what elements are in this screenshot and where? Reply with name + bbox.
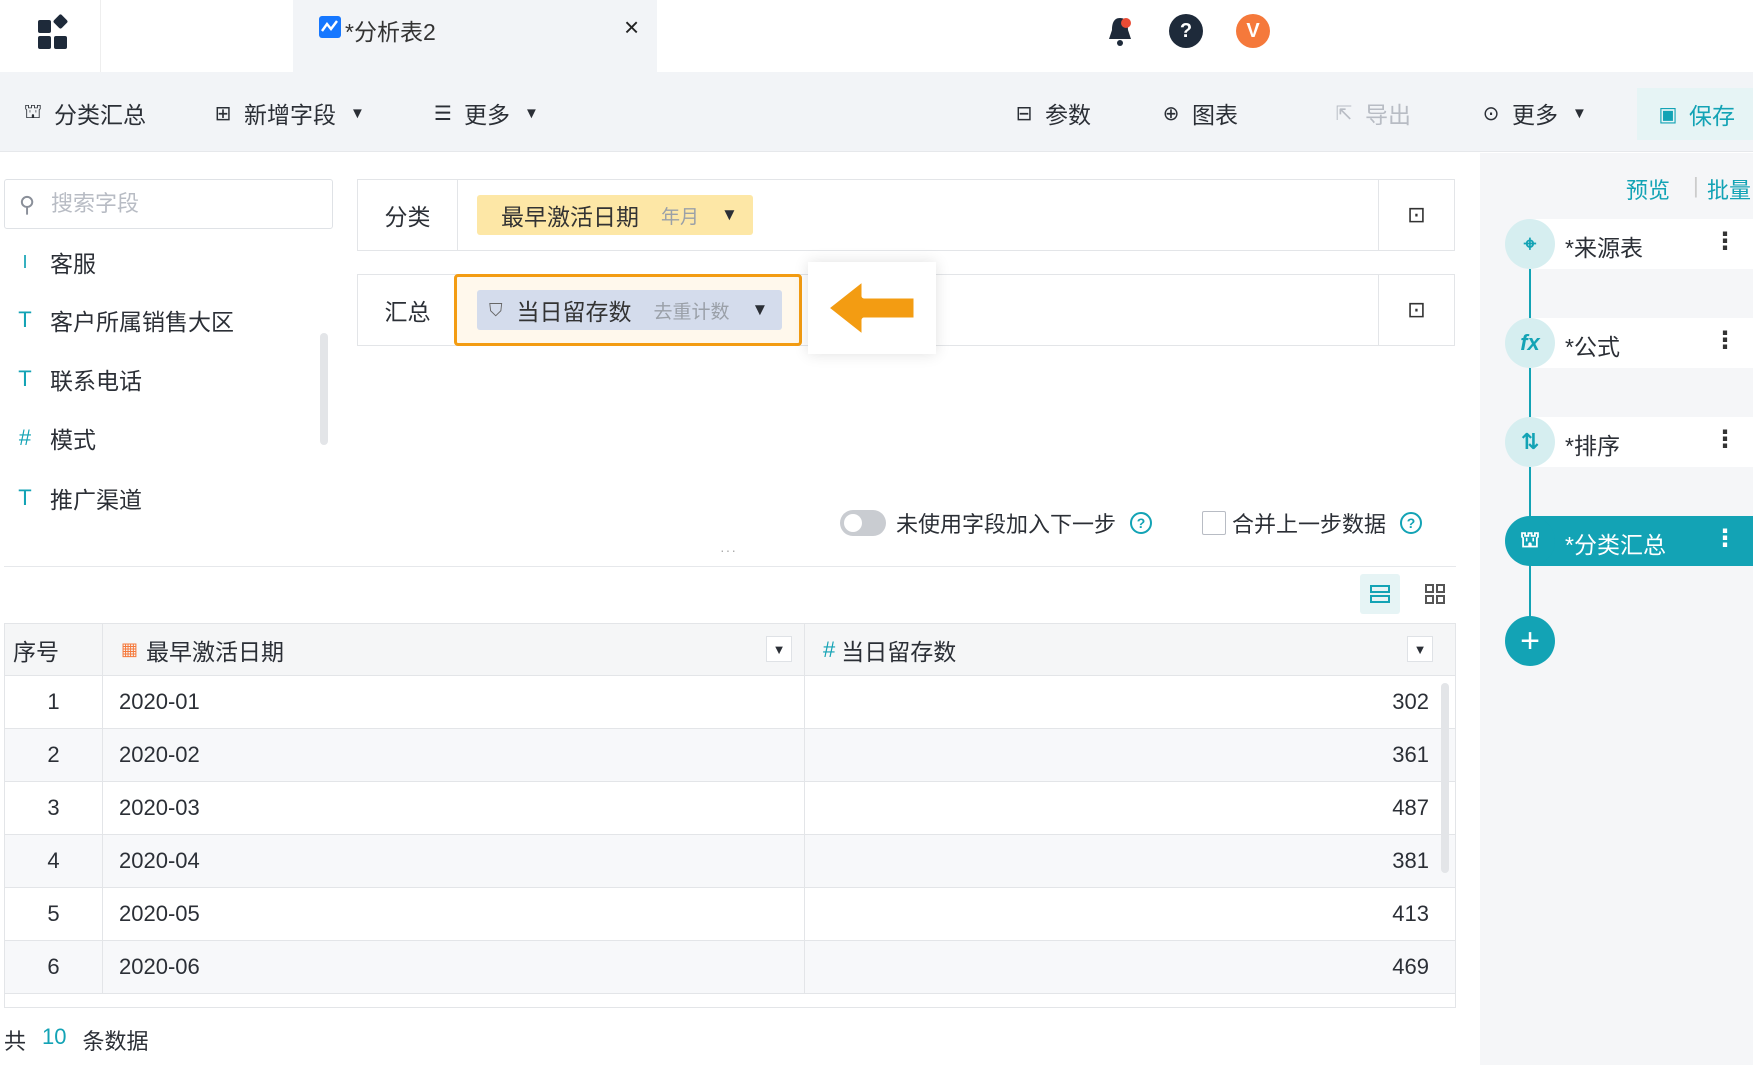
more-left-button[interactable]: ☰ 更多 ▼ bbox=[432, 96, 539, 130]
summary-chip[interactable]: ⛉ 当日留存数 去重计数 ▼ bbox=[477, 290, 782, 330]
group-summary-button[interactable]: ⛫ 分类汇总 bbox=[22, 96, 146, 130]
option-merge-previous: 合并上一步数据 ? bbox=[1202, 506, 1423, 540]
group-summary-icon: ⛫ bbox=[23, 100, 43, 123]
help-icon[interactable]: ? bbox=[1400, 512, 1423, 534]
caret-down-icon: ▼ bbox=[751, 300, 769, 319]
list-icon: ☰ bbox=[434, 102, 452, 125]
caret-down-icon: ▼ bbox=[721, 205, 738, 224]
plus-circle-icon: ⊕ bbox=[1162, 102, 1180, 125]
column-header-retention: # 当日留存数 ▼ bbox=[805, 624, 1455, 676]
category-label: 分类 bbox=[358, 180, 458, 250]
field-item[interactable]: T 客户所属销售大区 bbox=[0, 295, 320, 345]
table-row[interactable]: 5 2020-05 413 bbox=[5, 888, 1455, 941]
more-circle-icon: ⊙ bbox=[1482, 102, 1500, 125]
table-row[interactable]: 1 2020-01 302 bbox=[5, 676, 1455, 729]
step-formula[interactable]: fx *公式 ⋮ bbox=[1505, 318, 1753, 368]
field-item[interactable]: T 推广渠道 bbox=[0, 473, 320, 523]
kebab-menu-icon[interactable]: ⋮ bbox=[1713, 326, 1737, 355]
category-chip[interactable]: 最早激活日期 年月 ▼ bbox=[477, 195, 753, 235]
app-grid-icon[interactable] bbox=[0, 0, 100, 72]
save-icon: ▣ bbox=[1658, 103, 1678, 126]
export-button[interactable]: ⇱ 导出 bbox=[1333, 96, 1411, 130]
table-view-button[interactable] bbox=[1360, 574, 1400, 614]
kebab-menu-icon[interactable]: ⋮ bbox=[1713, 524, 1737, 553]
target-icon: ⌖ bbox=[1505, 219, 1555, 269]
toolbar: ⛫ 分类汇总 ⊞ 新增字段 ▼ ☰ 更多 ▼ ⊟ 参数 ⊕ 图表 ⇱ 导出 ⊙ 更多 ▼ ▣ 保存 bbox=[0, 72, 1753, 152]
resize-handle[interactable]: ··· bbox=[720, 542, 737, 558]
column-dropdown[interactable]: ▼ bbox=[1407, 636, 1433, 662]
column-header-index: 序号 bbox=[5, 624, 103, 676]
search-field[interactable]: ⚲ bbox=[4, 179, 333, 229]
header-actions: ? V bbox=[657, 0, 1753, 72]
table-row[interactable]: 4 2020-04 381 bbox=[5, 835, 1455, 888]
tab-analysis-sheet[interactable]: *分析表2 × bbox=[293, 0, 657, 72]
add-step-button[interactable]: + bbox=[1505, 616, 1555, 666]
number-field-icon: # bbox=[18, 425, 32, 450]
column-header-date: ▦ 最早激活日期 ▼ bbox=[103, 624, 805, 676]
blank-tab[interactable] bbox=[100, 0, 293, 72]
pipeline-panel bbox=[1480, 153, 1753, 1065]
close-icon[interactable]: × bbox=[624, 12, 639, 43]
new-text-field-icon: T bbox=[18, 366, 32, 391]
unused-fields-toggle[interactable] bbox=[840, 510, 886, 536]
search-icon: ⚲ bbox=[19, 192, 36, 217]
kebab-menu-icon[interactable]: ⋮ bbox=[1713, 425, 1737, 454]
toolbox-icon[interactable]: ⊡ bbox=[1378, 180, 1454, 250]
table-row[interactable]: 3 2020-03 487 bbox=[5, 782, 1455, 835]
chart-line-icon bbox=[319, 16, 341, 38]
search-input[interactable] bbox=[51, 188, 321, 220]
caret-down-icon: ▼ bbox=[1572, 104, 1587, 122]
step-sort[interactable]: ⇅ *排序 ⋮ bbox=[1505, 417, 1753, 467]
caret-down-icon: ▼ bbox=[350, 104, 365, 122]
help-icon[interactable]: ? bbox=[1169, 14, 1203, 48]
data-table: 序号 ▦ 最早激活日期 ▼ # 当日留存数 ▼ 1 2020-01 302 2 … bbox=[4, 623, 1456, 1008]
option-unused-fields: 未使用字段加入下一步 ? bbox=[840, 506, 1153, 540]
add-field-button[interactable]: ⊞ 新增字段 ▼ bbox=[212, 96, 365, 130]
text-field-icon: T bbox=[18, 485, 32, 510]
avatar[interactable]: V bbox=[1236, 14, 1270, 48]
caret-down-icon: ▼ bbox=[524, 104, 539, 122]
preview-link[interactable]: 预览 bbox=[1626, 173, 1670, 205]
sort-icon: ⇅ bbox=[1505, 417, 1555, 467]
step-source-table[interactable]: ⌖ *来源表 ⋮ bbox=[1505, 219, 1753, 269]
text-field-icon: T bbox=[18, 307, 32, 332]
save-button[interactable]: ▣ 保存 bbox=[1637, 88, 1753, 140]
row-count-footer: 共 10 条数据 bbox=[4, 1024, 149, 1054]
pointer-arrow-icon bbox=[808, 262, 936, 354]
field-item[interactable]: T 联系电话 bbox=[0, 354, 320, 404]
field-item[interactable]: # 模式 bbox=[0, 413, 320, 463]
field-item[interactable]: I 客服 bbox=[0, 237, 320, 287]
summary-label: 汇总 bbox=[358, 275, 458, 345]
table-scrollbar[interactable] bbox=[1441, 683, 1449, 873]
link-separator: | bbox=[1693, 173, 1699, 198]
add-column-icon: ⊞ bbox=[214, 102, 232, 125]
params-button[interactable]: ⊟ 参数 bbox=[1013, 96, 1091, 130]
tab-title: *分析表2 bbox=[345, 19, 436, 45]
table-row[interactable]: 2 2020-02 361 bbox=[5, 729, 1455, 782]
field-scrollbar[interactable] bbox=[320, 333, 328, 445]
text-field-icon: I bbox=[22, 251, 28, 272]
group-icon: ⛫ bbox=[1505, 516, 1555, 566]
merge-previous-checkbox[interactable] bbox=[1202, 511, 1226, 535]
table-row[interactable]: 6 2020-06 469 bbox=[5, 941, 1455, 994]
fx-icon: fx bbox=[1505, 318, 1555, 368]
divider bbox=[4, 566, 1456, 567]
column-dropdown[interactable]: ▼ bbox=[766, 636, 792, 662]
bell-icon[interactable] bbox=[1103, 14, 1137, 48]
filter-icon: ⛉ bbox=[489, 299, 503, 320]
help-icon[interactable]: ? bbox=[1130, 512, 1153, 534]
toolbox-icon[interactable]: ⊡ bbox=[1378, 275, 1454, 345]
batch-link[interactable]: 批量 bbox=[1707, 173, 1751, 205]
grid-view-icon bbox=[1425, 584, 1445, 604]
chart-button[interactable]: ⊕ 图表 bbox=[1160, 96, 1238, 130]
number-field-icon: # bbox=[823, 636, 836, 662]
params-icon: ⊟ bbox=[1015, 102, 1033, 125]
step-group-summary[interactable]: ⛫ *分类汇总 ⋮ bbox=[1505, 516, 1753, 566]
kebab-menu-icon[interactable]: ⋮ bbox=[1713, 227, 1737, 256]
calendar-icon: ▦ bbox=[121, 639, 139, 659]
more-right-button[interactable]: ⊙ 更多 ▼ bbox=[1480, 96, 1587, 130]
export-icon: ⇱ bbox=[1335, 102, 1353, 125]
grid-view-button[interactable] bbox=[1415, 574, 1455, 614]
table-view-icon bbox=[1370, 585, 1390, 603]
